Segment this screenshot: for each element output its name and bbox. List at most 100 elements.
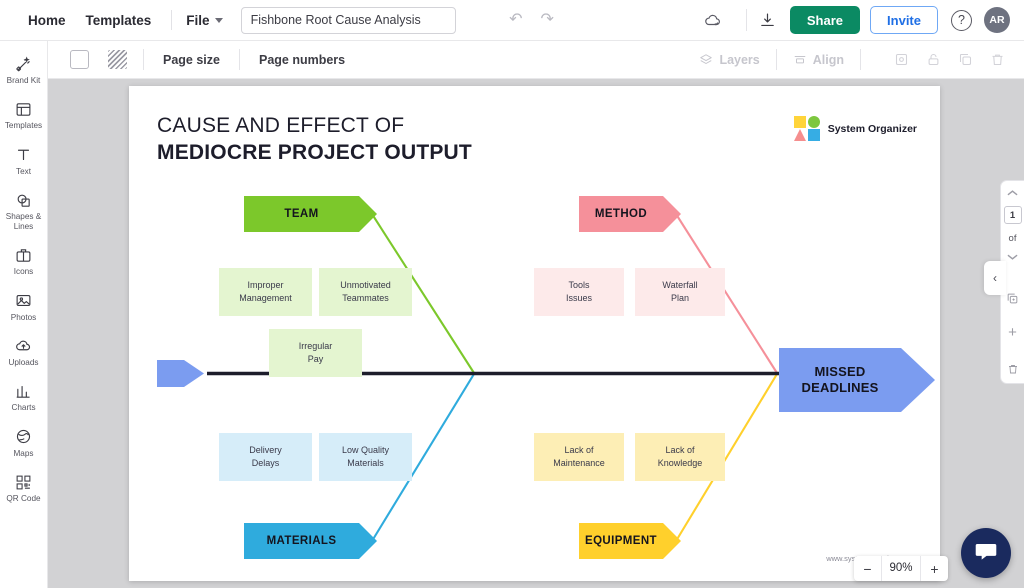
undo-redo-group: ↶ ↷: [509, 12, 554, 28]
chat-support-button[interactable]: [961, 528, 1011, 578]
trash-icon[interactable]: [990, 52, 1005, 67]
upload-cloud-icon: [15, 337, 32, 355]
cause-lack-of-maintenance: Lack of Maintenance: [534, 433, 624, 481]
document-title-input[interactable]: [240, 6, 456, 34]
pattern-swatch[interactable]: [108, 50, 127, 69]
cause-line: Lack of: [665, 445, 695, 456]
cause-line: Pay: [307, 354, 324, 364]
category-label-team: TEAM: [284, 208, 319, 220]
redo-icon[interactable]: ↷: [540, 12, 553, 28]
cause-line: Materials: [347, 458, 384, 468]
zoom-value[interactable]: 90%: [881, 556, 921, 581]
category-label-materials: MATERIALS: [266, 535, 337, 547]
cause-irregular-pay: Irregular Pay: [269, 329, 362, 377]
icons-briefcase-icon: [15, 246, 32, 264]
category-label-method: METHOD: [594, 208, 648, 220]
fill-color-swatch[interactable]: [70, 50, 89, 69]
help-icon[interactable]: ?: [951, 9, 972, 31]
chat-bubble-icon: [973, 538, 999, 569]
rail-label: Charts: [11, 403, 36, 413]
toolbar-right-group: Layers Align: [699, 49, 1024, 70]
nav-home[interactable]: Home: [18, 13, 76, 28]
lock-icon[interactable]: [926, 52, 941, 67]
rail-item-shapes-lines[interactable]: Shapes & Lines: [0, 183, 47, 238]
globe-icon: [15, 428, 32, 446]
nav-templates[interactable]: Templates: [76, 13, 162, 28]
page-size-button[interactable]: Page size: [160, 53, 223, 67]
chevron-down-icon[interactable]: [1007, 253, 1018, 261]
category-label-equipment: EQUIPMENT: [585, 535, 657, 547]
effect-label-line-1: MISSED: [814, 363, 866, 379]
collapse-panel-button[interactable]: ‹: [984, 261, 1006, 295]
duplicate-icon[interactable]: [958, 52, 973, 67]
rail-item-templates[interactable]: Templates: [0, 92, 47, 137]
rail-label: Shapes & Lines: [5, 212, 42, 231]
cause-line: Waterfall: [662, 280, 698, 291]
zoom-control: − 90% +: [854, 556, 948, 581]
cause-line: Tools: [568, 280, 590, 291]
divider: [171, 10, 173, 30]
page-number-input[interactable]: 1: [1003, 206, 1022, 224]
rail-label: Brand Kit: [6, 76, 41, 85]
left-rail: Brand Kit Templates Text Shapes & Lines …: [0, 41, 48, 588]
cause-line: Irregular: [298, 341, 333, 352]
position-icon[interactable]: [894, 52, 909, 67]
page-numbers-button[interactable]: Page numbers: [256, 53, 348, 67]
design-canvas[interactable]: CAUSE AND EFFECT OF MEDIOCRE PROJECT OUT…: [129, 86, 940, 581]
add-page-icon[interactable]: +: [1008, 324, 1017, 341]
rail-item-brand-kit[interactable]: Brand Kit: [0, 47, 47, 92]
cloud-saved-icon[interactable]: [704, 11, 722, 29]
file-menu[interactable]: File: [182, 13, 226, 28]
page-of-label: of: [1008, 233, 1017, 244]
rail-item-qr-code[interactable]: QR Code: [0, 465, 47, 510]
cause-waterfall-plan: Waterfall Plan: [635, 268, 725, 316]
rail-item-icons[interactable]: Icons: [0, 238, 47, 283]
rail-item-text[interactable]: Text: [0, 138, 47, 183]
align-button[interactable]: Align: [793, 53, 844, 67]
rail-label: Maps: [13, 448, 34, 458]
duplicate-page-icon[interactable]: [1006, 292, 1019, 305]
cause-line: Unmotivated: [340, 280, 391, 291]
cause-line: Plan: [670, 293, 689, 303]
layers-button[interactable]: Layers: [699, 53, 760, 67]
rail-label: Icons: [13, 267, 34, 277]
templates-grid-icon: [15, 100, 32, 118]
cause-line: Knowledge: [657, 458, 703, 468]
rail-item-uploads[interactable]: Uploads: [0, 329, 47, 374]
cause-line: Low Quality: [341, 445, 390, 456]
cause-lack-of-knowledge: Lack of Knowledge: [635, 433, 725, 481]
rail-item-photos[interactable]: Photos: [0, 284, 47, 329]
bar-chart-icon: [15, 382, 32, 400]
chevron-left-icon: ‹: [993, 271, 997, 285]
shapes-icon: [15, 191, 32, 209]
photo-icon: [15, 292, 32, 310]
qr-code-icon: [15, 473, 32, 491]
text-t-icon: [15, 146, 32, 164]
undo-icon[interactable]: ↶: [509, 12, 522, 28]
cause-line: Teammates: [342, 293, 389, 303]
chevron-up-icon[interactable]: [1007, 189, 1018, 197]
effect-label: MISSED DEADLINES: [779, 348, 901, 412]
magic-wand-icon: [15, 55, 32, 73]
app-root: Home Templates File ↶ ↷ Share Invite ? A: [0, 0, 1024, 588]
rail-item-maps[interactable]: Maps: [0, 420, 47, 465]
zoom-in-button[interactable]: +: [921, 556, 948, 581]
align-label: Align: [812, 52, 844, 67]
top-bar: Home Templates File ↶ ↷ Share Invite ? A: [0, 0, 1024, 41]
download-icon[interactable]: [759, 12, 776, 29]
zoom-out-button[interactable]: −: [854, 556, 881, 581]
cause-line: Improper: [247, 280, 284, 291]
share-button[interactable]: Share: [789, 6, 861, 34]
avatar[interactable]: AR: [984, 7, 1010, 33]
cause-low-quality-materials: Low Quality Materials: [319, 433, 412, 481]
cause-line: Maintenance: [553, 458, 605, 468]
divider: [860, 49, 861, 70]
delete-page-icon[interactable]: [1007, 363, 1019, 375]
divider: [775, 49, 777, 70]
rail-label: Uploads: [8, 357, 39, 367]
cause-line: Delays: [251, 458, 280, 468]
rail-item-charts[interactable]: Charts: [0, 374, 47, 419]
invite-button[interactable]: Invite: [870, 6, 938, 34]
cause-line: Delivery: [249, 445, 282, 456]
divider: [238, 49, 240, 70]
